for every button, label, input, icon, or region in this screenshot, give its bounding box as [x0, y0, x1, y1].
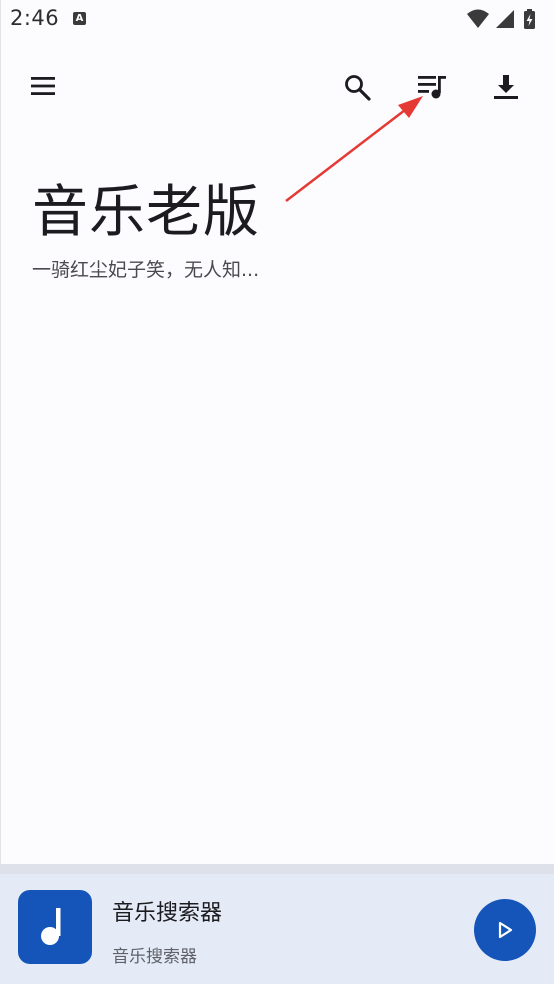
wifi-icon: [467, 9, 489, 28]
download-button[interactable]: [481, 62, 529, 110]
status-time: 2:46: [10, 6, 60, 30]
page-title: 音乐老版: [32, 180, 260, 245]
play-button[interactable]: [474, 899, 536, 961]
search-button[interactable]: [332, 62, 380, 110]
search-icon: [345, 75, 371, 101]
music-note-icon: [41, 908, 61, 945]
album-art: [18, 890, 92, 964]
playlist-button[interactable]: [406, 62, 454, 110]
download-icon: [494, 75, 518, 99]
red-arrow-icon: [285, 96, 423, 202]
queue-music-icon: [418, 76, 446, 99]
status-icons: [464, 8, 544, 30]
app-bar: [0, 62, 554, 110]
menu-button[interactable]: [19, 62, 67, 110]
status-bar: 2:46 A: [0, 0, 554, 38]
battery-charging-icon: [524, 9, 535, 29]
player-divider: [0, 864, 554, 874]
page-subtitle: 一骑红尘妃子笑，无人知...: [32, 259, 260, 281]
signal-icon: [496, 10, 514, 28]
play-icon: [498, 921, 513, 939]
left-edge-line: [0, 0, 1, 984]
a-icon: A: [73, 12, 86, 25]
player-subtitle: 音乐搜索器: [112, 947, 197, 967]
menu-icon: [31, 77, 55, 95]
mini-player[interactable]: 音乐搜索器 音乐搜索器: [0, 874, 554, 984]
player-title: 音乐搜索器: [112, 901, 223, 926]
